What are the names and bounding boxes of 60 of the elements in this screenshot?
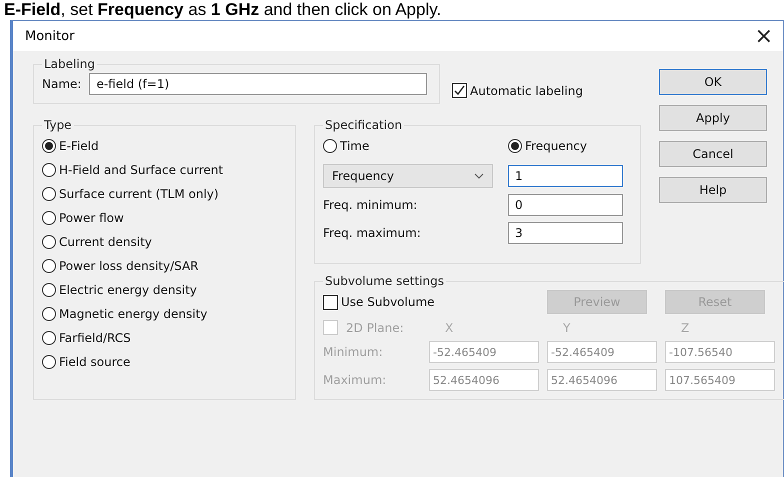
checkbox[interactable] [323,294,338,310]
radio-button[interactable] [42,259,56,273]
radio-button[interactable] [42,355,56,369]
dialog-button[interactable]: Apply [659,105,767,131]
radio-label: H-Field and Surface current [59,163,224,177]
close-button[interactable]: × [750,24,777,48]
radio-label: E-Field [59,139,99,153]
input-field[interactable]: -107.56540 [665,341,775,363]
input-field[interactable]: -52.465409 [547,341,657,363]
checkbox-label: Automatic labeling [470,84,583,98]
field-label: Maximum: [323,373,388,387]
radio-button[interactable] [42,307,56,321]
dialog-button[interactable]: Cancel [659,141,767,167]
input-field[interactable]: 107.565409 [665,369,775,391]
radio-button[interactable] [508,139,522,153]
axis-label: X [444,320,454,334]
input-field[interactable]: 52.4654096 [547,369,657,391]
radio-button[interactable] [42,163,56,177]
radio-button[interactable] [42,331,56,345]
radio-button[interactable] [42,235,56,249]
chevron-icon [474,173,484,179]
radio-button[interactable] [323,139,337,153]
window-title: Monitor [25,28,74,44]
checkbox[interactable] [452,83,467,98]
name-field[interactable]: e-field (f=1) [89,73,428,95]
radio-label: Magnetic energy density [59,307,208,321]
field-label: Freq. maximum: [323,226,422,240]
frequency-dropdown[interactable]: Frequency [323,164,493,188]
radio-button[interactable] [42,283,56,297]
radio-button[interactable] [42,187,56,201]
group-title: Type [43,118,73,132]
radio-label: Power loss density/SAR [59,259,199,273]
dialog-button[interactable]: Help [659,177,767,203]
radio-label: Power flow [59,211,124,225]
field-label: Name: [42,77,82,91]
dialog-button[interactable]: OK [659,69,767,95]
radio-label: Surface current (TLM only) [59,187,219,201]
input-field[interactable]: -52.465409 [429,341,539,363]
radio-button[interactable] [42,211,56,225]
radio-label: Farfield/RCS [59,331,131,345]
axis-label: Y [562,320,572,334]
input-field[interactable]: 52.4654096 [429,369,539,391]
group-title: Subvolume settings [324,274,445,288]
radio-label: Frequency [525,139,587,153]
group-title: Specification [324,118,404,132]
input-field[interactable]: 0 [508,194,623,216]
radio-label: Current density [59,235,152,249]
axis-label: Z [680,320,690,334]
radio-button[interactable] [42,139,56,153]
radio-label: Time [340,139,370,153]
group-title: Labeling [43,57,96,71]
checkbox-label: Use Subvolume [341,295,435,309]
frequency-field[interactable]: 1 [508,165,623,187]
input-field[interactable]: 3 [508,222,623,244]
radio-label: Field source [59,355,130,369]
checkbox-label: 2D Plane: [346,320,404,334]
instruction-text: E-Field, set Frequency as 1 GHz and then click on Apply. [3,0,442,20]
field-label: Minimum: [323,345,384,359]
field-label: Freq. minimum: [323,198,418,212]
radio-label: Electric energy density [59,283,197,297]
